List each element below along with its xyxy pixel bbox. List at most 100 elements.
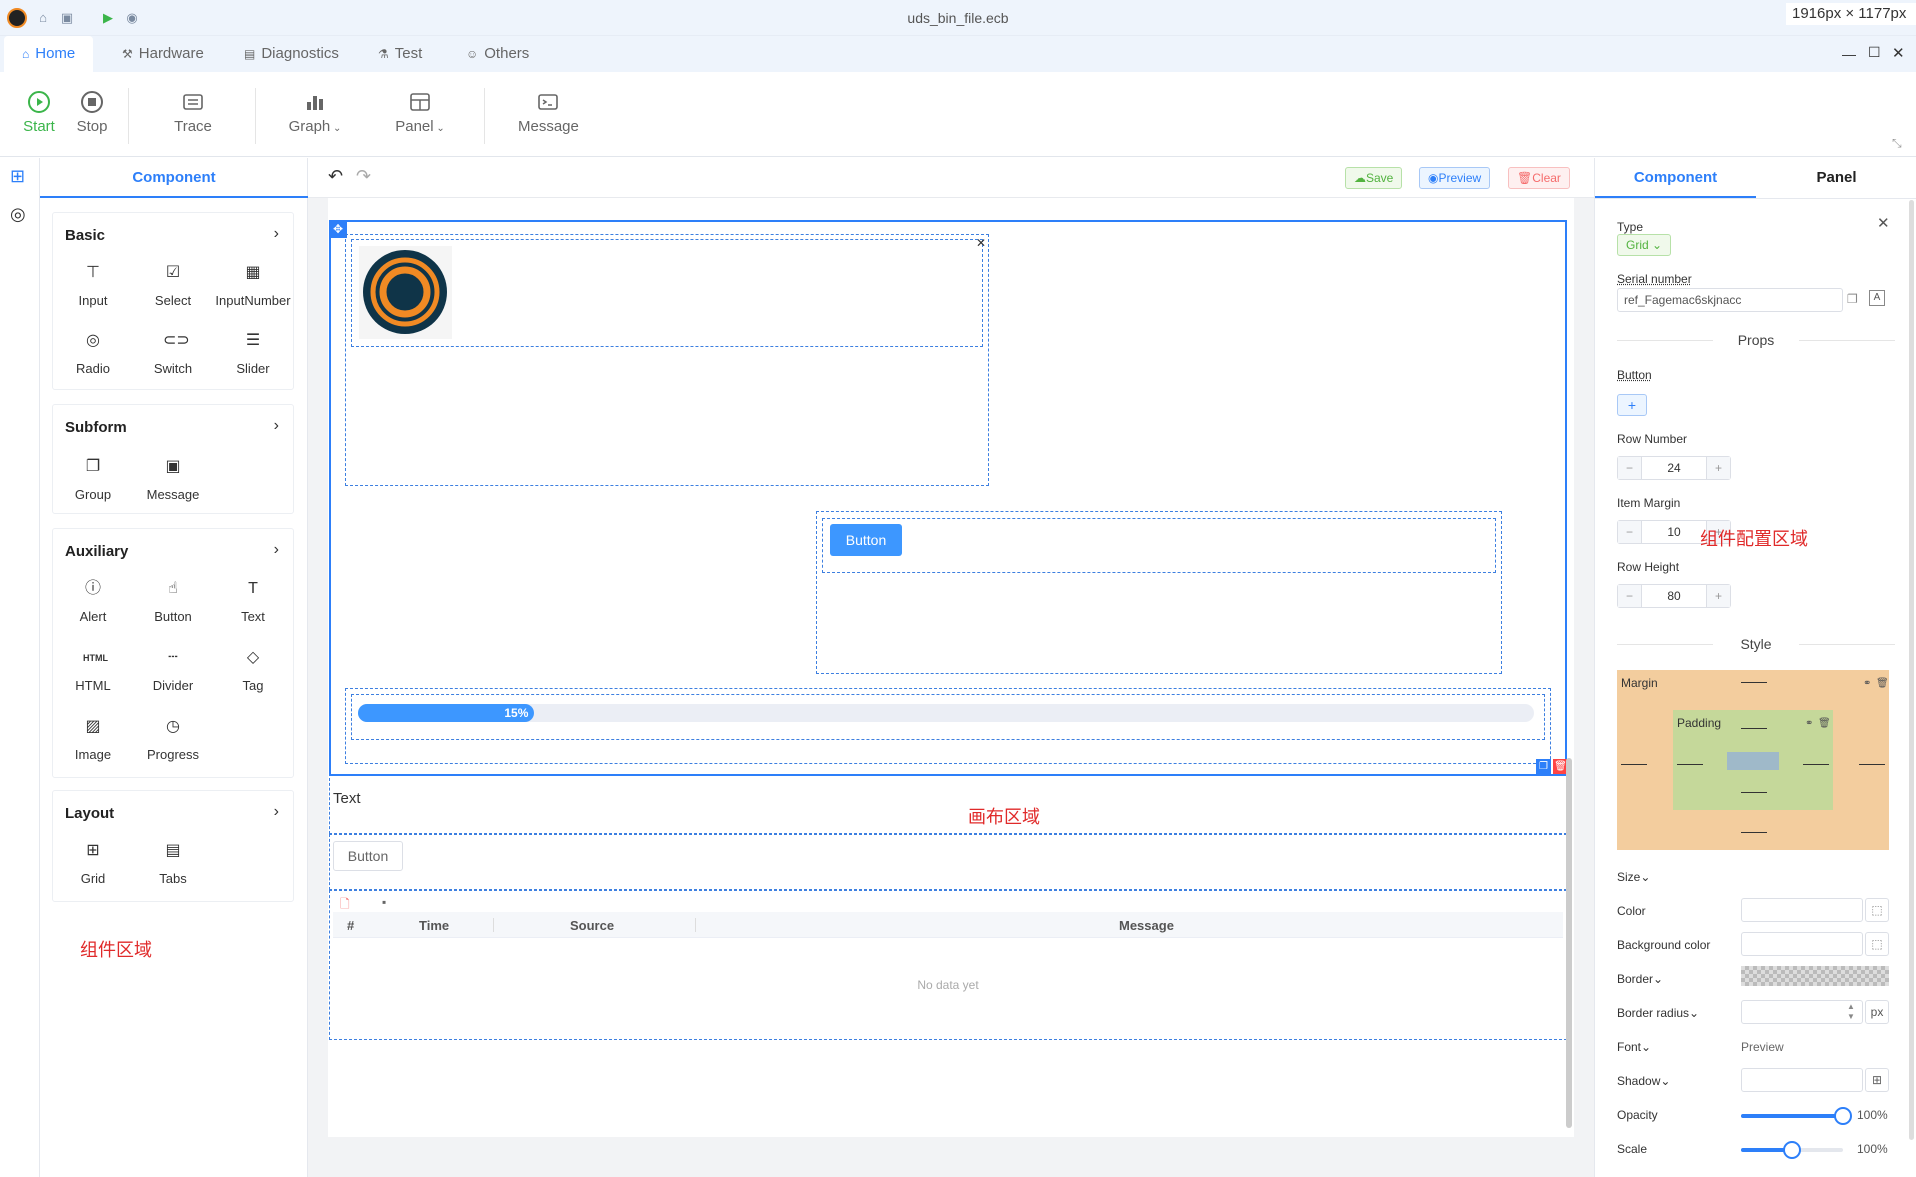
trace-button[interactable]: Trace xyxy=(170,90,216,135)
add-button[interactable]: + xyxy=(1617,394,1647,416)
component-button[interactable]: ☝ Button xyxy=(133,579,213,624)
clear-button[interactable]: 🗑Clear xyxy=(1508,167,1570,189)
padding-box[interactable]: Padding ⚭ 🗑 xyxy=(1673,710,1833,810)
component-switch[interactable]: ⊂⊃ Switch xyxy=(133,331,213,376)
background-color-input[interactable] xyxy=(1741,932,1863,956)
link-icon[interactable]: ⚭ xyxy=(1863,678,1871,689)
plain-button[interactable]: Button xyxy=(333,841,403,871)
component-progress[interactable]: ◷ Progress xyxy=(133,717,213,762)
serial-input[interactable]: ref_Fagemac6skjnacc xyxy=(1617,288,1843,312)
component-image[interactable]: ▨ Image xyxy=(53,717,133,762)
tab-component-config[interactable]: Component xyxy=(1595,158,1756,198)
button-row[interactable] xyxy=(329,834,1567,890)
component-tabs[interactable]: ▤ Tabs xyxy=(133,841,213,886)
margin-bottom-value[interactable] xyxy=(1741,832,1767,833)
font-a-icon[interactable]: A xyxy=(1869,290,1885,306)
undo-icon[interactable]: ↶ xyxy=(328,166,343,187)
chevron-right-icon[interactable]: › xyxy=(274,225,279,243)
row-number-stepper[interactable]: −24 + xyxy=(1617,456,1731,480)
decrement-button[interactable]: − xyxy=(1618,521,1642,543)
spinner-icon[interactable]: ▲ ▼ xyxy=(1847,1002,1855,1022)
component-tag[interactable]: ◇ Tag xyxy=(213,648,293,693)
margin-box[interactable]: Margin ⚭ 🗑 Padding ⚭ 🗑 xyxy=(1617,670,1889,850)
tab-test[interactable]: ⚗ Test xyxy=(360,36,440,72)
size-label[interactable]: Size⌄ xyxy=(1617,870,1650,884)
preview-button[interactable]: ◉Preview xyxy=(1419,167,1491,189)
maximize-button[interactable]: ☐ xyxy=(1868,44,1881,61)
tab-others[interactable]: ☺ Others xyxy=(448,36,547,72)
tab-home[interactable]: ⌂ Home xyxy=(4,36,94,72)
font-label[interactable]: Font⌄ xyxy=(1617,1040,1651,1054)
collapse-ribbon-icon[interactable]: ⤡ xyxy=(1892,136,1902,151)
chevron-right-icon[interactable]: › xyxy=(274,541,279,559)
primary-button[interactable]: Button xyxy=(830,524,902,556)
button-component[interactable] xyxy=(822,518,1496,573)
border-radius-label[interactable]: Border radius⌄ xyxy=(1617,1006,1699,1020)
row-height-stepper[interactable]: −80 + xyxy=(1617,584,1731,608)
increment-button[interactable]: + xyxy=(1706,585,1730,607)
link-icon[interactable]: ⚭ xyxy=(1805,718,1813,729)
components-icon[interactable]: ⊞ xyxy=(10,166,25,187)
component-radio[interactable]: ◎ Radio xyxy=(53,331,133,376)
message-button[interactable]: Message xyxy=(518,90,579,135)
border-radius-input[interactable] xyxy=(1741,1000,1863,1024)
color-picker-icon[interactable]: ⬚ xyxy=(1865,898,1889,922)
save-log-icon[interactable]: ▪ xyxy=(382,895,386,909)
border-label[interactable]: Border⌄ xyxy=(1617,972,1663,986)
config-scrollbar[interactable] xyxy=(1909,200,1914,1140)
color-input[interactable] xyxy=(1741,898,1863,922)
globe-icon[interactable]: ◎ xyxy=(10,204,26,225)
stop-button[interactable]: Stop xyxy=(74,90,110,135)
redo-icon[interactable]: ↷ xyxy=(356,166,371,187)
save-button[interactable]: ☁Save xyxy=(1345,167,1403,189)
padding-left-value[interactable] xyxy=(1677,764,1703,765)
component-inputnumber[interactable]: ▦ InputNumber xyxy=(213,263,293,308)
decrement-button[interactable]: − xyxy=(1618,457,1642,479)
shadow-input[interactable] xyxy=(1741,1068,1863,1092)
component-text[interactable]: T Text xyxy=(213,579,293,624)
design-canvas[interactable]: ✥ ✕ Button 15% ❐ 🗑 Text 画布区域 Button 🗋 ▪ … xyxy=(328,198,1574,1137)
margin-top-value[interactable] xyxy=(1741,682,1767,683)
component-group[interactable]: ❐ Group xyxy=(53,457,133,502)
scale-slider-handle[interactable] xyxy=(1783,1141,1801,1159)
margin-left-value[interactable] xyxy=(1621,764,1647,765)
padding-top-value[interactable] xyxy=(1741,728,1767,729)
copy-icon[interactable]: ❐ xyxy=(1536,759,1551,774)
padding-bottom-value[interactable] xyxy=(1741,792,1767,793)
close-window-button[interactable]: ✕ xyxy=(1892,44,1905,62)
delete-icon[interactable]: 🗑 xyxy=(1818,718,1831,729)
component-message[interactable]: ▣ Message xyxy=(133,457,213,502)
chevron-right-icon[interactable]: › xyxy=(274,803,279,821)
scale-slider-track[interactable] xyxy=(1741,1141,1843,1159)
increment-button[interactable]: + xyxy=(1706,457,1730,479)
type-tag[interactable]: Grid ⌄ xyxy=(1617,234,1672,256)
component-slider[interactable]: ☰ Slider xyxy=(213,331,293,376)
tab-component[interactable]: Component xyxy=(40,158,308,198)
component-alert[interactable]: ⓘ Alert xyxy=(53,579,133,624)
opacity-slider-handle[interactable] xyxy=(1834,1107,1852,1125)
minimize-button[interactable]: — xyxy=(1842,46,1856,62)
start-button[interactable]: Start xyxy=(22,90,56,135)
copy-icon[interactable]: ❐ xyxy=(1847,292,1858,306)
close-icon[interactable]: ✕ xyxy=(1877,214,1890,232)
margin-right-value[interactable] xyxy=(1859,764,1885,765)
panel-button[interactable]: Panel ⌄ xyxy=(392,90,448,135)
component-grid[interactable]: ⊞ Grid xyxy=(53,841,133,886)
tab-hardware[interactable]: ⚒ Hardware xyxy=(104,36,222,72)
tab-panel-config[interactable]: Panel xyxy=(1756,158,1916,198)
shadow-settings-icon[interactable]: ⊞ xyxy=(1865,1068,1889,1092)
decrement-button[interactable]: − xyxy=(1618,585,1642,607)
padding-right-value[interactable] xyxy=(1803,764,1829,765)
px-unit[interactable]: px xyxy=(1865,1000,1889,1024)
canvas-scrollbar[interactable] xyxy=(1566,758,1572,1128)
component-html[interactable]: HTML HTML xyxy=(53,648,133,693)
component-select[interactable]: ☑ Select xyxy=(133,263,213,308)
chevron-right-icon[interactable]: › xyxy=(274,417,279,435)
graph-button[interactable]: Graph ⌄ xyxy=(286,90,344,135)
component-input[interactable]: ⊤ Input xyxy=(53,263,133,308)
close-icon[interactable]: ✕ xyxy=(976,236,986,250)
shadow-label[interactable]: Shadow⌄ xyxy=(1617,1074,1670,1088)
delete-icon[interactable]: 🗑 xyxy=(1876,678,1889,689)
tab-diagnostics[interactable]: ▤ Diagnostics xyxy=(226,36,357,72)
border-preview[interactable] xyxy=(1741,966,1889,986)
